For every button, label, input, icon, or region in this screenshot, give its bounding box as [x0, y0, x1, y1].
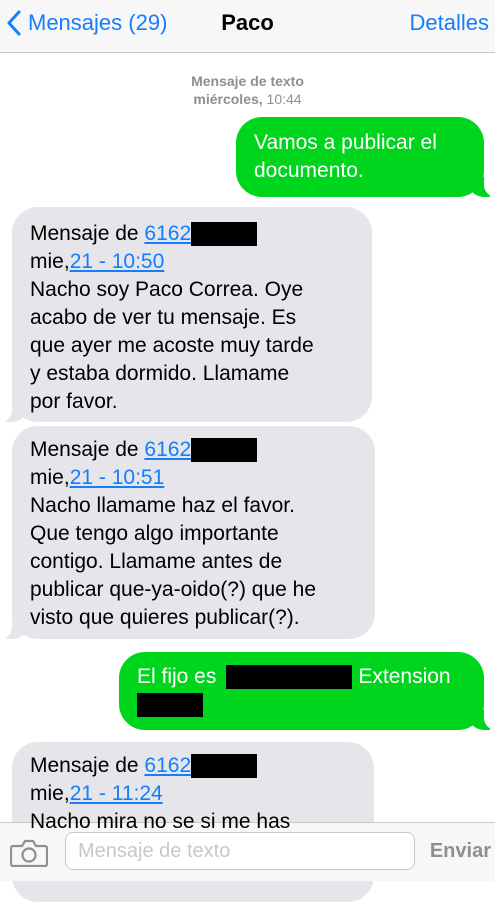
date-link[interactable]: 21 - 10:50	[70, 250, 165, 273]
message-date-prefix: mie,	[30, 466, 70, 489]
navigation-bar: Mensajes (29) Paco Detalles	[0, 0, 495, 53]
message-header-prefix: Mensaje de	[30, 754, 145, 777]
message-line: Vamos a publicar el	[254, 131, 437, 154]
message-header-prefix: Mensaje de	[30, 222, 145, 245]
message-line: Que tengo algo importante	[30, 522, 279, 545]
camera-icon[interactable]	[10, 839, 48, 867]
message-header-prefix: Mensaje de	[30, 438, 145, 461]
message-line: publicar que-ya-oido(?) que he	[30, 578, 317, 601]
message-text: Extension	[358, 665, 451, 688]
redaction-box	[191, 754, 258, 779]
phone-number-link[interactable]: 6162	[144, 222, 191, 245]
timestamp-time: 10:44	[266, 91, 302, 107]
message-line: visto que quieres publicar(?).	[30, 606, 300, 629]
message-date-prefix: mie,	[30, 250, 70, 273]
redaction-box	[226, 665, 353, 690]
message-line: Nacho llamame haz el favor.	[30, 494, 295, 517]
send-button[interactable]: Enviar	[430, 837, 491, 865]
message-text-field[interactable]: Mensaje de texto	[65, 832, 415, 870]
message-type-label: Mensaje de texto	[191, 73, 304, 89]
message-date-prefix: mie,	[30, 782, 70, 805]
redaction-box	[191, 222, 258, 247]
received-message-bubble[interactable]: Mensaje de 6162 mie,21 - 10:51 Nacho lla…	[0, 426, 375, 639]
phone-number-link[interactable]: 6162	[144, 438, 191, 461]
conversation-timestamp: Mensaje de texto miércoles, 10:44	[0, 72, 495, 108]
conversation-title: Paco	[221, 10, 274, 35]
phone-number-link[interactable]: 6162	[144, 754, 191, 777]
message-line: contigo. Llamame antes de	[30, 550, 283, 573]
date-link[interactable]: 21 - 11:24	[70, 782, 163, 805]
message-line: que ayer me acoste muy tarde	[30, 334, 314, 357]
redaction-box	[137, 693, 203, 718]
message-text: El fijo es	[137, 665, 217, 688]
message-line: y estaba dormido. Llamame	[30, 362, 290, 385]
message-line: Nacho soy Paco Correa. Oye	[30, 278, 304, 301]
sent-message-bubble[interactable]: Vamos a publicar el documento.	[236, 117, 495, 197]
redaction-box	[191, 438, 258, 463]
timestamp-day: miércoles,	[193, 91, 263, 107]
message-line: documento.	[254, 159, 364, 182]
details-button[interactable]: Detalles	[410, 8, 489, 38]
message-line: por favor.	[30, 390, 118, 413]
message-line: Nacho mira no se si me has	[30, 810, 291, 833]
received-message-bubble[interactable]: Mensaje de 6162 mie,21 - 10:50 Nacho soy…	[0, 207, 372, 422]
date-link[interactable]: 21 - 10:51	[70, 466, 165, 489]
message-line: acabo de ver tu mensaje. Es	[30, 306, 297, 329]
sent-message-bubble[interactable]: El fijo es Extension	[119, 652, 495, 730]
